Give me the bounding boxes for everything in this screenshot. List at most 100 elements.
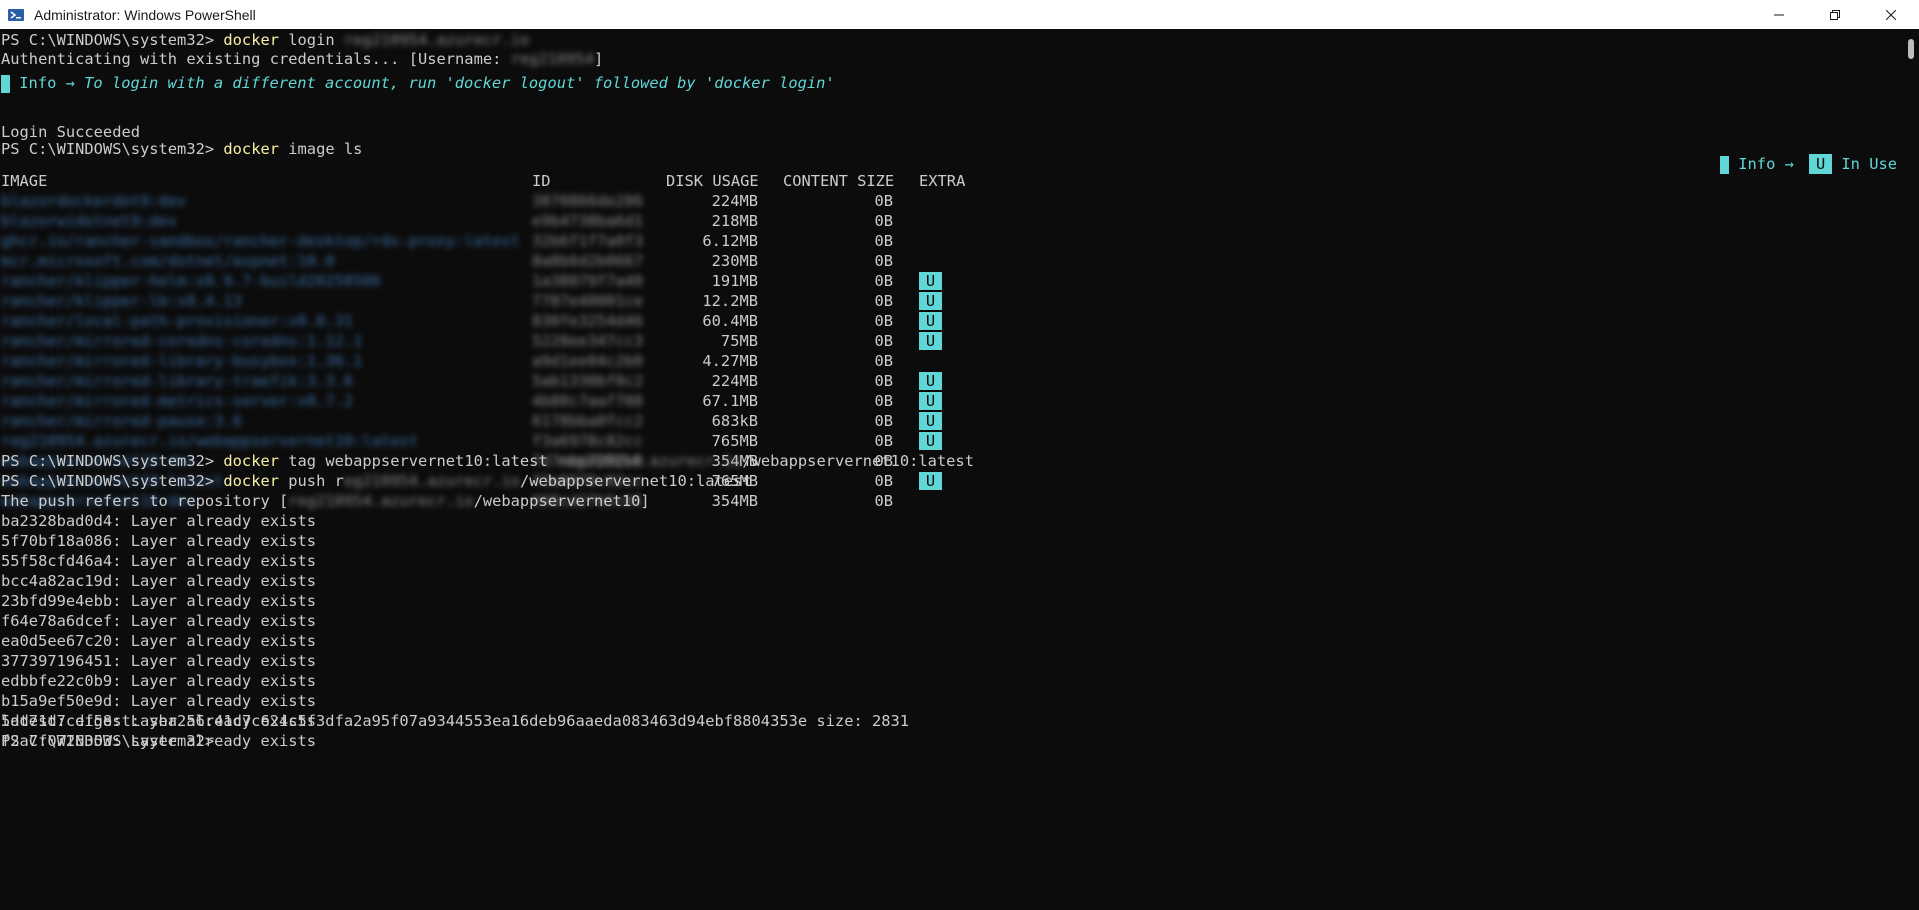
image-id-cell: e9b4738ba6d1 (532, 212, 644, 230)
image-id-cell: 3870866de286 (532, 192, 644, 210)
layer-line: 377397196451: Layer already exists (1, 652, 317, 670)
image-id-cell: 830fe3254d46 (532, 312, 644, 330)
command-name: docker (223, 452, 279, 470)
image-name-cell: ghcr.io/rancher-sandbox/rancher-desktop/… (1, 232, 520, 250)
header-image: IMAGE (1, 172, 48, 190)
image-id-cell: 8a8b6d2b0667 (532, 252, 644, 270)
command-name: docker (223, 31, 279, 49)
redacted-registry: reg210954.azurecr.io (288, 492, 474, 510)
close-button[interactable] (1863, 0, 1919, 29)
table-row: blazorwidotnet9:dev e9b4738ba6d1 218MB 0B (1, 211, 1001, 231)
image-name-cell: rancher/mirrored-coredns-coredns:1.12.1 (1, 332, 363, 350)
in-use-badge: U (919, 472, 942, 490)
table-row: mcr.microsoft.com/dotnet/aspnet:10.0 8a8b… (1, 251, 1001, 271)
command-args: tag webappservernet10:latest (279, 452, 557, 470)
image-name-cell: rancher/mirrored-metrics-server:v0.7.2 (1, 392, 354, 410)
minimize-button[interactable] (1751, 0, 1807, 29)
redacted-registry: reg210954.azurecr.io (343, 31, 530, 49)
layer-line: 55f58cfd46a4: Layer already exists (1, 552, 317, 570)
layer-line: 5f70bf18a086: Layer already exists (1, 532, 317, 550)
content-size-cell: 0B (874, 392, 893, 410)
disk-usage-cell: 765MB (711, 432, 758, 450)
content-size-cell: 0B (874, 372, 893, 390)
image-name-cell: blazordockerdot9:dev (1, 192, 187, 210)
legend-in-use: In Use (1832, 155, 1898, 173)
info-badge (1, 74, 10, 93)
content-size-cell: 0B (874, 472, 893, 490)
final-prompt[interactable]: PS C:\WINDOWS\system32> (1, 731, 223, 751)
info-message: To login with a different account, run '… (84, 74, 835, 92)
restore-icon (1830, 9, 1840, 20)
disk-usage-cell: 6.12MB (702, 232, 758, 250)
table-row: rancher/mirrored-library-busybox:1.36.1 a… (1, 351, 1001, 371)
scrollbar-thumb[interactable] (1908, 39, 1914, 59)
auth-end: ] (594, 50, 604, 68)
prompt: PS C:\WINDOWS\system32> (1, 472, 224, 490)
disk-usage-cell: 218MB (711, 212, 758, 230)
disk-usage-cell: 12.2MB (702, 292, 758, 310)
image-id-cell: 6178bba0fcc2 (532, 412, 644, 430)
content-size-cell: 0B (874, 312, 893, 330)
image-id-cell: 7787e40001ce (532, 292, 644, 310)
table-row: blazordockerdot9:dev 3870866de286 224MB 0B (1, 191, 1001, 211)
redacted-username: reg210954 (510, 50, 595, 68)
header-disk-usage: DISK USAGE (666, 172, 759, 190)
table-row: rancher/mirrored-library-traefik:3.3.6 5a… (1, 371, 1001, 391)
disk-usage-cell: 683kB (711, 412, 758, 430)
minimize-icon (1774, 14, 1784, 15)
in-use-badge: U (919, 292, 942, 310)
powershell-icon (8, 8, 24, 21)
command-name: docker (223, 140, 279, 158)
content-size-cell: 0B (874, 352, 893, 370)
disk-usage-cell: 60.4MB (702, 312, 758, 330)
terminal-output[interactable]: PS C:\WINDOWS\system32> docker login reg… (0, 29, 1904, 910)
redacted-registry: eg210954.azurecr.io (343, 472, 520, 490)
command-line-tag: PS C:\WINDOWS\system32> docker tag webap… (1, 451, 974, 471)
disk-usage-cell: 230MB (711, 252, 758, 270)
vertical-scrollbar[interactable] (1904, 29, 1919, 910)
content-size-cell: 0B (874, 252, 893, 270)
image-name-cell: mcr.microsoft.com/dotnet/aspnet:10.0 (1, 252, 335, 270)
image-name-cell: reg210954.azurecr.io/webappservernet10:l… (1, 432, 418, 450)
content-size-cell: 0B (874, 412, 893, 430)
disk-usage-cell: 67.1MB (702, 392, 758, 410)
disk-usage-cell: 4.27MB (702, 352, 758, 370)
command-line-image-ls: PS C:\WINDOWS\system32> docker image ls (1, 139, 362, 159)
table-row: rancher/klipper-lb:v0.4.13 7787e40001ce 12… (1, 291, 1001, 311)
image-id-cell: 5228ee347cc3 (532, 332, 644, 350)
table-row: reg210954.azurecr.io/webappservernet10:l… (1, 431, 1001, 451)
window-title: Administrator: Windows PowerShell (34, 6, 256, 23)
command-args: push r (279, 472, 344, 490)
restore-button[interactable] (1807, 0, 1863, 29)
legend-u-badge: U (1809, 154, 1833, 174)
layer-line: ea0d5ee67c20: Layer already exists (1, 632, 317, 650)
table-row: rancher/klipper-helm:v0.9.7-build2025050… (1, 271, 1001, 291)
layer-line: 23bfd99e4ebb: Layer already exists (1, 592, 317, 610)
disk-usage-cell: 191MB (711, 272, 758, 290)
title-bar: Administrator: Windows PowerShell (0, 0, 1919, 29)
command-line-push: PS C:\WINDOWS\system32> docker push reg2… (1, 471, 752, 491)
image-id-cell: 4b80c7aaf708 (532, 392, 644, 410)
digest-line: latest: digest: sha256:41c7c624c5f3dfa2a… (1, 712, 910, 730)
layer-line: edbbfe22c0b9: Layer already exists (1, 672, 317, 690)
command-line-login: PS C:\WINDOWS\system32> docker login reg… (1, 30, 529, 50)
image-id-cell: f3a6978c82cc (532, 432, 644, 450)
header-extra: EXTRA (919, 172, 966, 190)
header-id: ID (532, 172, 551, 190)
push-refers-end: /webappservernet10] (473, 492, 650, 510)
header-content-size: CONTENT SIZE (783, 172, 895, 190)
layer-line: b15a9ef50e9d: Layer already exists (1, 692, 317, 710)
info-label: Info → (10, 74, 85, 92)
prompt: PS C:\WINDOWS\system32> (1, 452, 224, 470)
table-row: ghcr.io/rancher-sandbox/rancher-desktop/… (1, 231, 1001, 251)
auth-text: Authenticating with existing credentials… (1, 50, 511, 68)
in-use-badge: U (919, 372, 942, 390)
content-size-cell: 0B (874, 492, 893, 510)
legend-info-badge (1720, 155, 1729, 174)
content-size-cell: 0B (874, 212, 893, 230)
layer-line: bcc4a82ac19d: Layer already exists (1, 572, 317, 590)
auth-line: Authenticating with existing credentials… (1, 49, 603, 69)
content-size-cell: 0B (874, 292, 893, 310)
disk-usage-cell: 224MB (711, 192, 758, 210)
table-row: rancher/mirrored-metrics-server:v0.7.2 4b… (1, 391, 1001, 411)
